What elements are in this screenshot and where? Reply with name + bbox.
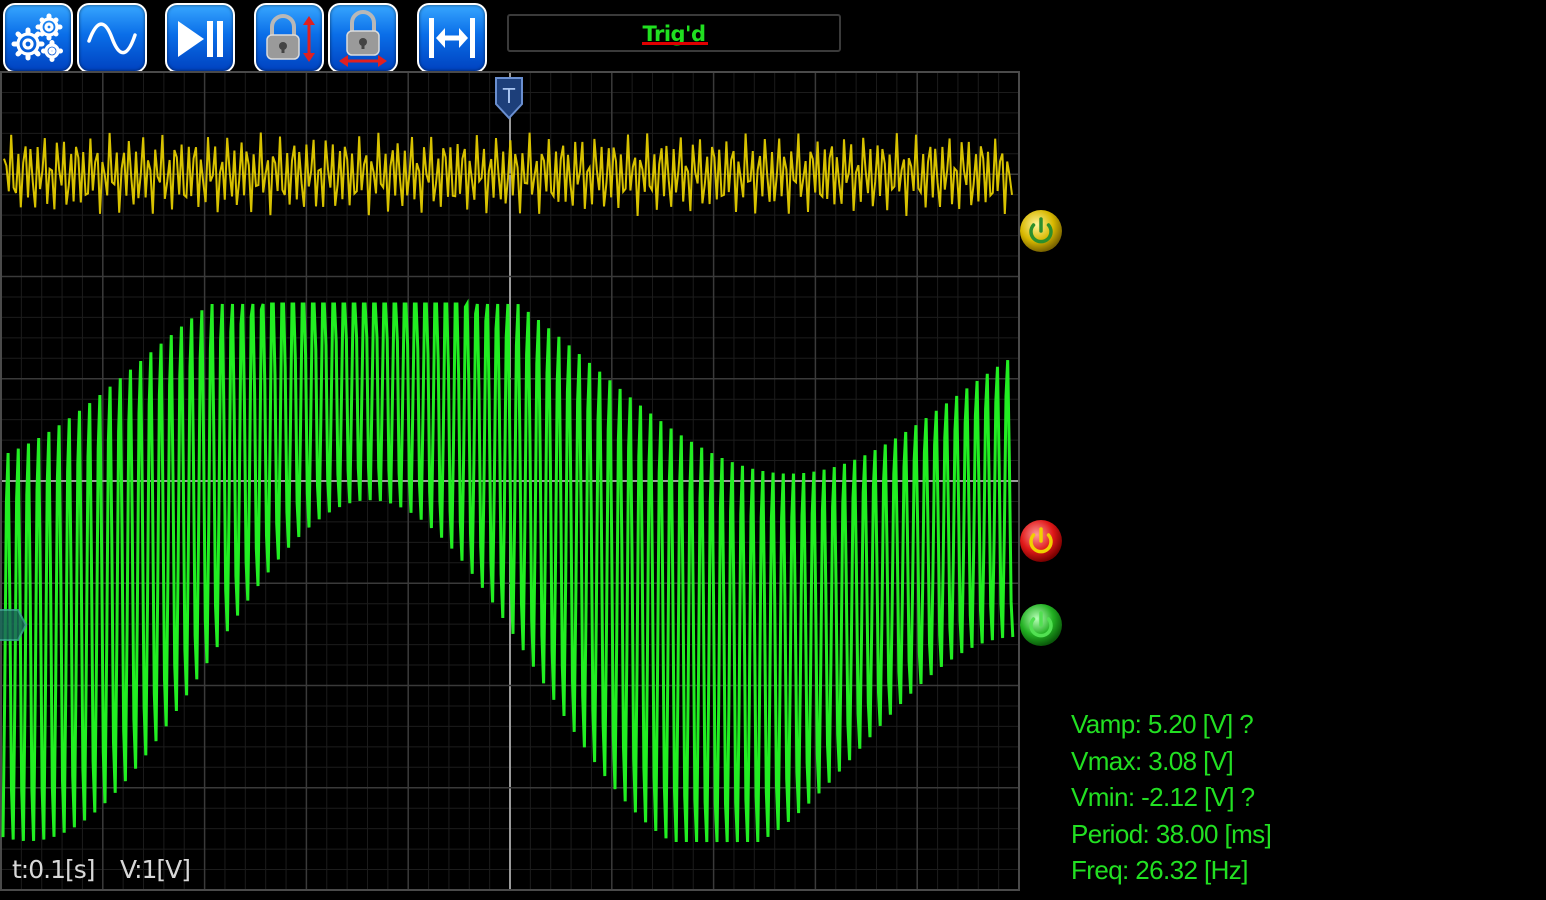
- vamp-readout: Vamp: 5.20 [V] ?: [1071, 709, 1254, 739]
- trigger-status-box: Trig'd: [507, 14, 841, 52]
- power-icon: [1020, 604, 1062, 646]
- time-scale-label: t:0.1[s]: [12, 855, 96, 884]
- channel-2-trace: [1, 298, 1015, 843]
- lock-horizontal-icon: [339, 10, 387, 67]
- oscilloscope-app: Trig'd T t:0.1[s] V:1[V] Vamp: 5.20 [V] …: [0, 0, 1546, 900]
- period-readout: Period: 38.00 [ms]: [1071, 818, 1272, 849]
- lock-vertical-button[interactable]: [254, 3, 324, 73]
- expand-horizontal-icon: [429, 18, 475, 58]
- fit-horizontal-button[interactable]: [417, 3, 487, 73]
- run-pause-button[interactable]: [165, 3, 235, 73]
- channel-offset-marker-left[interactable]: [0, 606, 28, 644]
- trigger-marker-label: T: [502, 84, 516, 108]
- gears-icon: [11, 13, 63, 62]
- play-pause-icon: [178, 21, 223, 57]
- trigger-level-marker[interactable]: [1019, 519, 1063, 563]
- waveform-button[interactable]: [77, 3, 147, 73]
- vmax-readout: Vmax: 3.08 [V]: [1071, 745, 1234, 776]
- measurements-panel: Vamp: 5.20 [V] ? Vmax: 3.08 [V] Vmin: -2…: [1071, 706, 1531, 889]
- lock-horizontal-button[interactable]: [328, 3, 398, 73]
- settings-button[interactable]: [3, 3, 73, 73]
- channel-2-marker[interactable]: [1019, 603, 1063, 647]
- power-icon: [1020, 520, 1062, 562]
- scope-display[interactable]: [0, 70, 1022, 892]
- vmin-readout: Vmin: -2.12 [V] ?: [1071, 782, 1255, 812]
- sine-wave-icon: [87, 22, 137, 55]
- trigger-position-marker[interactable]: T: [493, 76, 525, 120]
- trigger-status-underline: [642, 42, 708, 45]
- channel-1-marker[interactable]: [1019, 209, 1063, 253]
- freq-readout: Freq: 26.32 [Hz]: [1071, 855, 1248, 885]
- lock-vertical-icon: [266, 14, 315, 62]
- volt-scale-label: V:1[V]: [120, 855, 191, 884]
- power-icon: [1020, 210, 1062, 252]
